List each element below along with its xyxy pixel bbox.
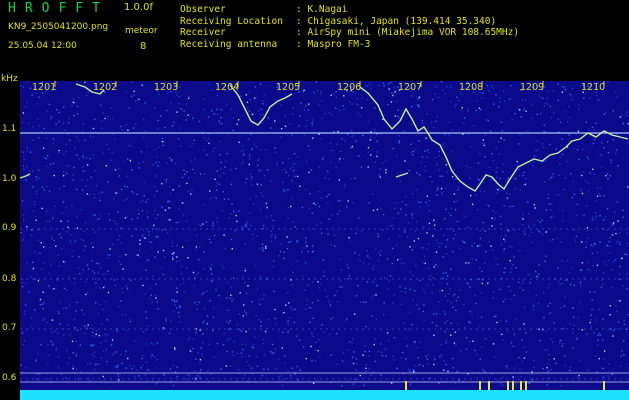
x-tick-label: 1206 (337, 82, 361, 93)
meteor-count: 8 (140, 41, 147, 52)
receiver-label: Receiver (180, 27, 226, 38)
y-tick-label: 1.0 (2, 174, 17, 184)
y-tick-label: 0.8 (2, 274, 17, 284)
baseline-band (20, 390, 629, 400)
x-tick-label: 1202 (93, 82, 117, 93)
meteor-echo (520, 381, 522, 391)
meteor-echo (488, 381, 490, 391)
meteor-label: meteor (125, 26, 158, 36)
meteor-echo (405, 381, 407, 391)
header-panel: HROFFT 1.0.0f KN9_2505041200.png 25.05.0… (0, 0, 629, 74)
filename-label: KN9_2505041200.png (8, 22, 109, 32)
receiver-value: : AirSpy mini (Miakejima VOR 108.65MHz) (296, 27, 520, 38)
y-tick-label: 0.7 (2, 323, 17, 333)
observer-value: : K.Nagai (296, 4, 348, 15)
antenna-row: Receiving antenna : Maspro FM-3 (180, 39, 519, 51)
x-tick-label: 1203 (154, 82, 178, 93)
x-tick-label: 1208 (459, 82, 483, 93)
datetime-label: 25.05.04 12:00 (8, 41, 77, 51)
meteor-echo (507, 381, 509, 391)
antenna-value: : Maspro FM-3 (296, 38, 371, 50)
spectrogram[interactable]: 1201 1202 1203 1204 1205 1206 1207 1208 1209 1210 (20, 81, 629, 400)
y-tick-label: 0.6 (2, 373, 17, 383)
x-tick-label: 1201 (32, 82, 56, 93)
meteor-echo (603, 381, 605, 391)
observation-info: Observer : K.Nagai Receiving Location : … (180, 4, 519, 50)
location-row: Receiving Location : Chigasaki, Japan (1… (180, 16, 519, 28)
location-label: Receiving Location (180, 15, 283, 27)
meteor-echo (479, 381, 481, 391)
location-value: : Chigasaki, Japan (139.414 35.340) (296, 15, 497, 27)
y-tick-label: 1.1 (2, 124, 17, 134)
meteor-echo (512, 381, 514, 391)
x-tick-label: 1204 (215, 82, 239, 93)
observer-label: Observer (180, 4, 226, 15)
receiver-row: Receiver : AirSpy mini (Miakejima VOR 10… (180, 27, 519, 39)
x-tick-label: 1207 (398, 82, 422, 93)
antenna-label: Receiving antenna (180, 38, 278, 50)
y-axis-unit: kHz (1, 74, 18, 84)
spectrogram-background (20, 81, 629, 400)
version-label: 1.0.0f (124, 2, 153, 13)
x-tick-label: 1205 (276, 82, 300, 93)
app-logo: HROFFT (8, 1, 109, 16)
x-tick-label: 1209 (520, 82, 544, 93)
y-tick-label: 0.9 (2, 223, 17, 233)
meteor-echo (525, 381, 527, 391)
x-tick-label: 1210 (581, 82, 605, 93)
observer-row: Observer : K.Nagai (180, 4, 519, 16)
